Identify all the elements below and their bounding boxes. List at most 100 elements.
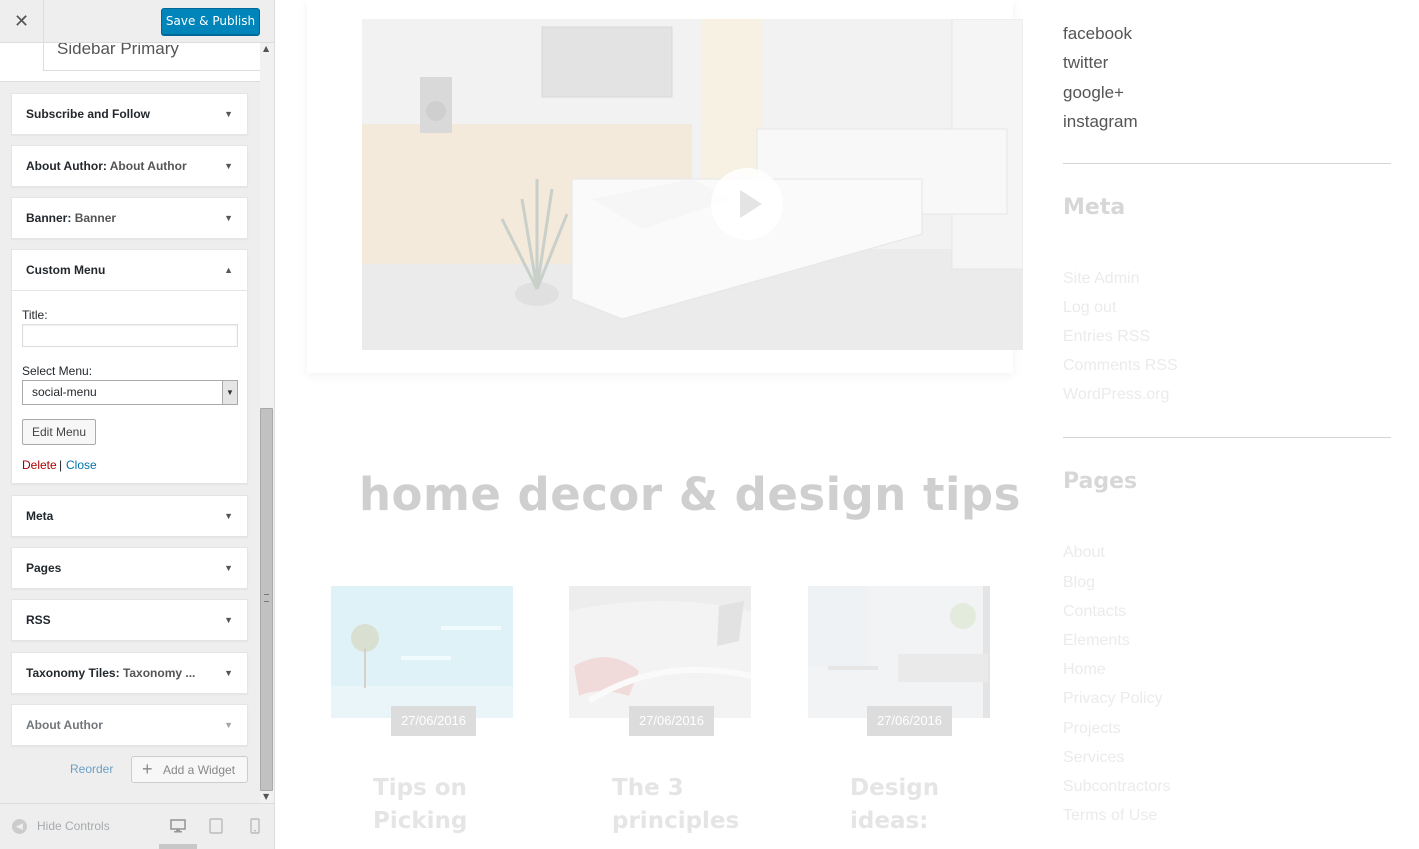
meta-link[interactable]: Comments RSS xyxy=(1063,357,1178,375)
page-link[interactable]: About xyxy=(1063,544,1105,562)
caret-down-icon[interactable]: ▼ xyxy=(224,94,233,134)
plus-icon: + xyxy=(142,759,153,779)
widget-subtitle: Taxonomy ... xyxy=(122,666,196,680)
post-title-line: ideas: xyxy=(850,808,929,834)
widget-title: Custom Menu xyxy=(26,263,106,277)
hide-controls-button[interactable]: Hide Controls xyxy=(37,819,110,833)
tablet-preview-icon[interactable] xyxy=(208,818,224,834)
active-device-indicator xyxy=(159,844,197,849)
pages-heading: Pages xyxy=(1063,469,1138,494)
reorder-link[interactable]: Reorder xyxy=(70,762,113,776)
page-link[interactable]: Projects xyxy=(1063,720,1121,738)
link-separator: | xyxy=(59,458,63,472)
menu-select[interactable]: social-menu ▼ xyxy=(22,380,238,405)
sidebar-divider xyxy=(1063,163,1391,164)
close-icon: ✕ xyxy=(13,11,30,32)
post-title-line: Tips on xyxy=(373,775,467,801)
page-link[interactable]: Home xyxy=(1063,661,1106,679)
close-customizer-button[interactable]: ✕ xyxy=(0,0,44,43)
scrollbar-grip-icon xyxy=(264,594,269,602)
customizer-panel: ✕ Save & Publish Sidebar Primary Subscri… xyxy=(0,0,275,849)
scroll-down-icon[interactable]: ▼ xyxy=(263,792,269,801)
post-thumbnail[interactable] xyxy=(808,586,990,718)
widget-custom-menu-header[interactable]: Custom Menu ▲ xyxy=(12,250,247,290)
caret-down-icon[interactable]: ▼ xyxy=(224,198,233,238)
add-widget-button[interactable]: + Add a Widget xyxy=(131,756,248,783)
caret-down-icon[interactable]: ▼ xyxy=(224,548,233,588)
social-link-google-plus[interactable]: google+ xyxy=(1063,83,1124,103)
meta-link[interactable]: Entries RSS xyxy=(1063,328,1150,346)
close-link[interactable]: Close xyxy=(66,458,97,472)
widget-banner[interactable]: Banner: Banner ▼ xyxy=(11,197,248,239)
video-thumbnail[interactable] xyxy=(362,19,1023,350)
widget-subscribe-follow[interactable]: Subscribe and Follow ▼ xyxy=(11,93,248,135)
section-title: Sidebar Primary xyxy=(57,39,179,58)
delete-link[interactable]: Delete xyxy=(22,458,57,472)
post-title-line: The 3 xyxy=(612,775,684,801)
title-label: Title: xyxy=(22,308,48,322)
post-title-line: principles xyxy=(612,808,740,834)
page-link[interactable]: Elements xyxy=(1063,632,1130,650)
scroll-up-icon[interactable]: ▲ xyxy=(263,44,269,53)
post-date: 27/06/2016 xyxy=(629,706,714,736)
caret-down-icon[interactable]: ▼ xyxy=(224,146,233,186)
add-widget-label: Add a Widget xyxy=(163,763,236,777)
collapse-icon[interactable]: ◀ xyxy=(12,819,27,834)
post-image xyxy=(808,586,990,718)
caret-down-icon[interactable]: ▼ xyxy=(224,496,233,536)
page-link[interactable]: Blog xyxy=(1063,574,1095,592)
select-menu-label: Select Menu: xyxy=(22,364,93,378)
post-date: 27/06/2016 xyxy=(867,706,952,736)
meta-link[interactable]: WordPress.org xyxy=(1063,386,1169,404)
desktop-preview-icon[interactable] xyxy=(170,818,186,834)
post-title[interactable]: Tips on Picking xyxy=(373,772,467,838)
post-image xyxy=(331,586,513,718)
post-thumbnail[interactable] xyxy=(569,586,751,718)
caret-up-icon[interactable]: ▲ xyxy=(224,250,233,290)
widget-about-author-2[interactable]: About Author ▼ xyxy=(11,704,248,746)
widget-title: RSS xyxy=(26,613,51,627)
post-date: 27/06/2016 xyxy=(391,706,476,736)
title-input[interactable] xyxy=(22,324,238,347)
widget-title: Meta xyxy=(26,509,54,523)
meta-link[interactable]: Log out xyxy=(1063,299,1116,317)
widget-subtitle: About Author xyxy=(109,159,187,173)
panel-footer: ◀ Hide Controls xyxy=(0,803,274,849)
post-title[interactable]: The 3 principles xyxy=(612,772,739,838)
page-link[interactable]: Terms of Use xyxy=(1063,807,1157,825)
site-preview: home decor & design tips 27/06/2016 Tips… xyxy=(275,0,1419,849)
post-title[interactable]: Design ideas: xyxy=(850,772,939,838)
page-link[interactable]: Privacy Policy xyxy=(1063,690,1163,708)
mobile-preview-icon[interactable] xyxy=(247,818,263,834)
social-link-facebook[interactable]: facebook xyxy=(1063,24,1132,44)
caret-down-icon[interactable]: ▼ xyxy=(224,705,233,745)
page-link[interactable]: Contacts xyxy=(1063,603,1126,621)
play-icon xyxy=(740,190,762,218)
section-back-button[interactable] xyxy=(0,43,44,71)
section-description-strip xyxy=(0,71,260,82)
chevron-down-icon[interactable]: ▼ xyxy=(222,381,237,404)
section-heading: home decor & design tips xyxy=(359,468,1021,521)
widget-title: About Author: xyxy=(26,159,107,173)
widget-about-author-1[interactable]: About Author: About Author ▼ xyxy=(11,145,248,187)
panel-header: ✕ Save & Publish xyxy=(0,0,274,43)
custom-menu-form: Title: Select Menu: social-menu ▼ Edit M… xyxy=(12,290,247,483)
widget-rss[interactable]: RSS ▼ xyxy=(11,599,248,641)
social-link-twitter[interactable]: twitter xyxy=(1063,53,1108,73)
page-link[interactable]: Services xyxy=(1063,749,1124,767)
meta-link[interactable]: Site Admin xyxy=(1063,270,1139,288)
post-thumbnail[interactable] xyxy=(331,586,513,718)
widget-taxonomy-tiles[interactable]: Taxonomy Tiles: Taxonomy ... ▼ xyxy=(11,652,248,694)
post-title-line: Design xyxy=(850,775,940,801)
save-publish-button[interactable]: Save & Publish xyxy=(161,8,260,35)
caret-down-icon[interactable]: ▼ xyxy=(224,653,233,693)
caret-down-icon[interactable]: ▼ xyxy=(224,600,233,640)
widget-title: Banner: xyxy=(26,211,72,225)
social-link-instagram[interactable]: instagram xyxy=(1063,112,1138,132)
widget-pages[interactable]: Pages ▼ xyxy=(11,547,248,589)
widget-meta[interactable]: Meta ▼ xyxy=(11,495,248,537)
edit-menu-button[interactable]: Edit Menu xyxy=(22,419,96,445)
meta-heading: Meta xyxy=(1063,195,1126,220)
widget-title: Pages xyxy=(26,561,62,575)
page-link[interactable]: Subcontractors xyxy=(1063,778,1171,796)
